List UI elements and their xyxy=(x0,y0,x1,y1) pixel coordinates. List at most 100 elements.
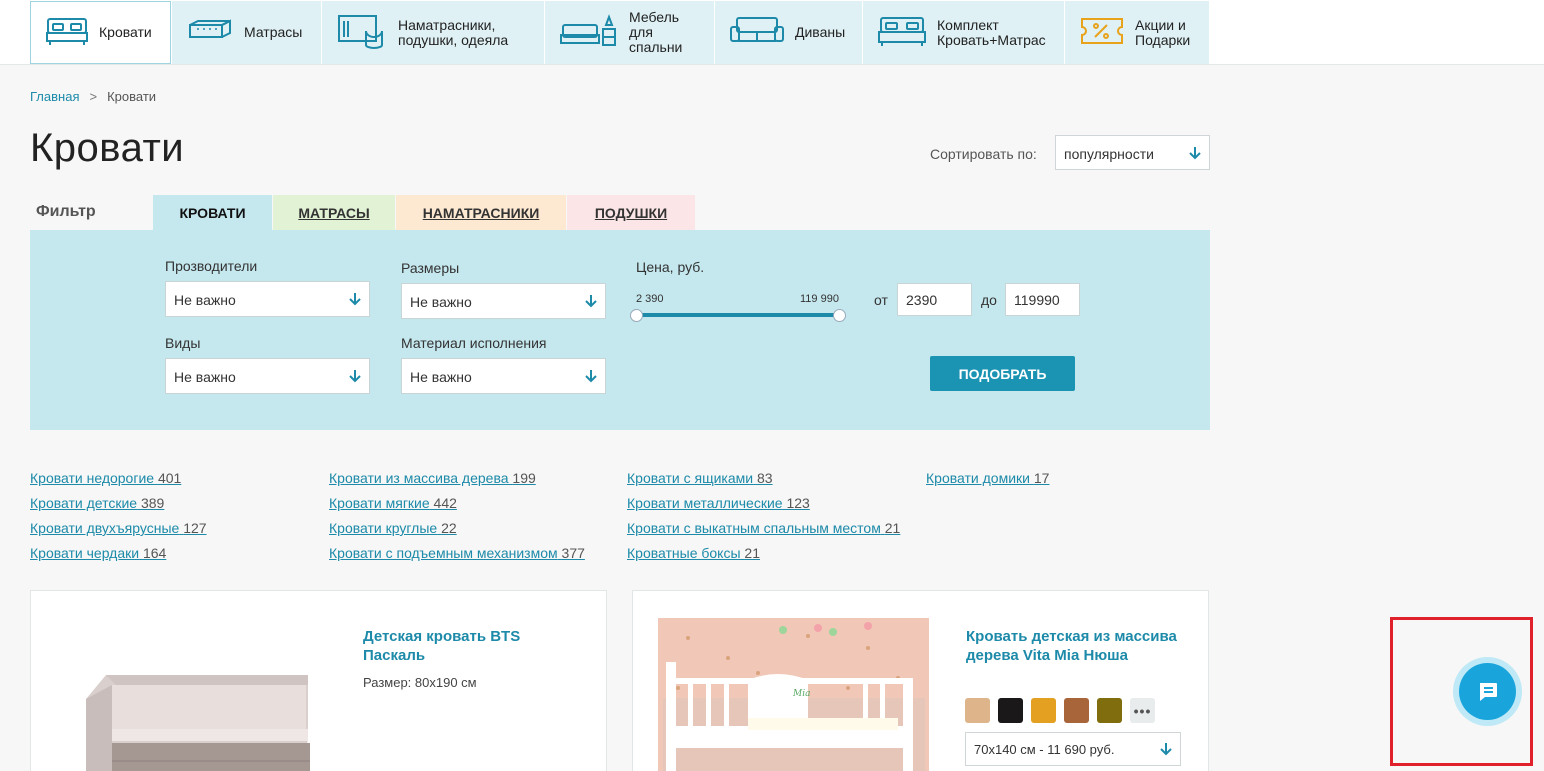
variant-value: 70x140 см - 11 690 руб. xyxy=(974,742,1115,757)
category-count: 164 xyxy=(142,545,167,561)
category-link[interactable]: Кровати с подъемным механизмом 377 xyxy=(329,545,585,561)
filter-tab-mattresses[interactable]: МАТРАСЫ xyxy=(273,195,395,230)
product-title[interactable]: Детская кровать BTS Паскаль xyxy=(363,627,520,665)
category-link[interactable]: Кровати недорогие 401 xyxy=(30,470,181,486)
sort-value: популярности xyxy=(1064,146,1154,162)
types-value: Не важно xyxy=(174,369,236,385)
category-name: Кровати круглые xyxy=(329,520,438,536)
nav-item-beds[interactable]: Кровати xyxy=(30,1,171,64)
price-slider-max-handle[interactable] xyxy=(833,309,846,322)
page-title: Кровати xyxy=(30,126,185,170)
filter-tab-toppers[interactable]: НАМАТРАСНИКИ xyxy=(396,195,566,230)
breadcrumb-current: Кровати xyxy=(107,89,157,104)
category-link[interactable]: Кровати с ящиками 83 xyxy=(627,470,773,486)
pillow-icon xyxy=(336,13,388,52)
color-swatch[interactable] xyxy=(965,698,990,723)
category-count: 389 xyxy=(140,495,165,511)
variant-select[interactable]: 70x140 см - 11 690 руб. xyxy=(965,732,1181,766)
category-name: Кровати с выкатным спальным местом xyxy=(627,520,881,536)
price-from-label: от xyxy=(874,292,888,308)
nav-item-bedroom-furniture[interactable]: Мебель для спальни xyxy=(545,1,714,64)
price-slider-min-handle[interactable] xyxy=(630,309,643,322)
category-link[interactable]: Кровати чердаки 164 xyxy=(30,545,166,561)
nav-label: Акции и Подарки xyxy=(1135,16,1191,48)
category-count: 199 xyxy=(512,470,536,486)
material-label: Материал исполнения xyxy=(401,335,547,351)
sizes-select[interactable]: Не важно xyxy=(401,283,606,319)
category-link[interactable]: Кровати круглые 22 xyxy=(329,520,457,536)
arrow-down-icon xyxy=(585,370,597,383)
top-category-nav: Кровати Матрасы Наматрасники, подушки, о… xyxy=(0,0,1544,65)
manufacturers-value: Не важно xyxy=(174,292,236,308)
nav-item-promotions[interactable]: Акции и Подарки xyxy=(1065,1,1209,64)
product-size: Размер: 80x190 см xyxy=(363,675,477,690)
arrow-down-icon xyxy=(349,370,361,383)
types-label: Виды xyxy=(165,335,201,351)
material-select[interactable]: Не важно xyxy=(401,358,606,394)
category-link[interactable]: Кровати двухъярусные 127 xyxy=(30,520,207,536)
nav-item-sofas[interactable]: Диваны xyxy=(715,1,862,64)
category-count: 22 xyxy=(441,520,457,536)
category-name: Кровати металлические xyxy=(627,495,783,511)
category-name: Кровати домики xyxy=(926,470,1030,486)
material-value: Не важно xyxy=(410,369,472,385)
category-count: 377 xyxy=(561,545,585,561)
chat-icon xyxy=(1479,682,1497,701)
category-name: Кровати с ящиками xyxy=(627,470,754,486)
category-link[interactable]: Кровати из массива дерева 199 xyxy=(329,470,536,486)
product-image[interactable] xyxy=(76,669,316,771)
types-select[interactable]: Не важно xyxy=(165,358,370,394)
color-swatch[interactable] xyxy=(1031,698,1056,723)
sort-select[interactable]: популярности xyxy=(1055,135,1210,170)
category-name: Кровати чердаки xyxy=(30,545,140,561)
category-link[interactable]: Кровати домики 17 xyxy=(926,470,1049,486)
category-link[interactable]: Кровати с выкатным спальным местом 21 xyxy=(627,520,900,536)
price-min-text: 2 390 xyxy=(636,293,664,305)
nav-item-toppers-pillows[interactable]: Наматрасники, подушки, одеяла xyxy=(322,1,544,64)
category-count: 127 xyxy=(183,520,207,536)
breadcrumb-home-link[interactable]: Главная xyxy=(30,89,79,104)
category-name: Кровати двухъярусные xyxy=(30,520,180,536)
nav-label: Мебель для спальни xyxy=(629,9,683,55)
category-count: 83 xyxy=(756,470,773,486)
apply-filter-button[interactable]: ПОДОБРАТЬ xyxy=(930,356,1075,391)
category-name: Кровати из массива дерева xyxy=(329,470,509,486)
nav-label: Кровати xyxy=(99,24,152,40)
bed-mattress-set-icon xyxy=(877,14,927,51)
sort-label: Сортировать по: xyxy=(930,146,1037,162)
sizes-value: Не важно xyxy=(410,294,472,310)
breadcrumb: Главная > Кровати xyxy=(30,89,156,104)
price-slider-track[interactable] xyxy=(636,313,839,317)
price-label: Цена, руб. xyxy=(636,259,705,275)
category-link[interactable]: Кровати металлические 123 xyxy=(627,495,810,511)
category-link[interactable]: Кровати мягкие 442 xyxy=(329,495,457,511)
color-swatch[interactable] xyxy=(1097,698,1122,723)
nav-item-bed-mattress-set[interactable]: Комплект Кровать+Матрас xyxy=(863,1,1064,64)
product-title[interactable]: Кровать детская из массива дерева Vita M… xyxy=(966,627,1177,665)
sizes-label: Размеры xyxy=(401,260,460,276)
product-image[interactable]: Mia xyxy=(658,618,929,771)
color-swatch[interactable] xyxy=(998,698,1023,723)
price-to-input[interactable]: 119990 xyxy=(1005,283,1080,316)
sofa-icon xyxy=(729,15,785,50)
category-count: 21 xyxy=(744,545,760,561)
more-colors-button[interactable]: ••• xyxy=(1130,698,1155,723)
price-from-input[interactable]: 2390 xyxy=(897,283,972,316)
category-count: 401 xyxy=(157,470,182,486)
filter-tab-pillows[interactable]: ПОДУШКИ xyxy=(567,195,695,230)
color-swatch[interactable] xyxy=(1064,698,1089,723)
nav-label: Наматрасники, подушки, одеяла xyxy=(398,16,509,48)
product-card[interactable]: Детская кровать BTS Паскаль Размер: 80x1… xyxy=(30,590,607,771)
category-link[interactable]: Кроватные боксы 21 xyxy=(627,545,760,561)
nav-item-mattresses[interactable]: Матрасы xyxy=(172,1,321,64)
category-count: 442 xyxy=(433,495,457,511)
category-link[interactable]: Кровати детские 389 xyxy=(30,495,164,511)
chat-button[interactable] xyxy=(1453,657,1522,726)
nav-label: Диваны xyxy=(795,24,846,40)
bedroom-furniture-icon xyxy=(559,13,619,52)
filter-tab-beds[interactable]: КРОВАТИ xyxy=(153,195,272,230)
chat-button-inner xyxy=(1459,663,1516,720)
category-name: Кровати детские xyxy=(30,495,138,511)
breadcrumb-separator: > xyxy=(89,89,98,104)
manufacturers-select[interactable]: Не важно xyxy=(165,281,370,317)
